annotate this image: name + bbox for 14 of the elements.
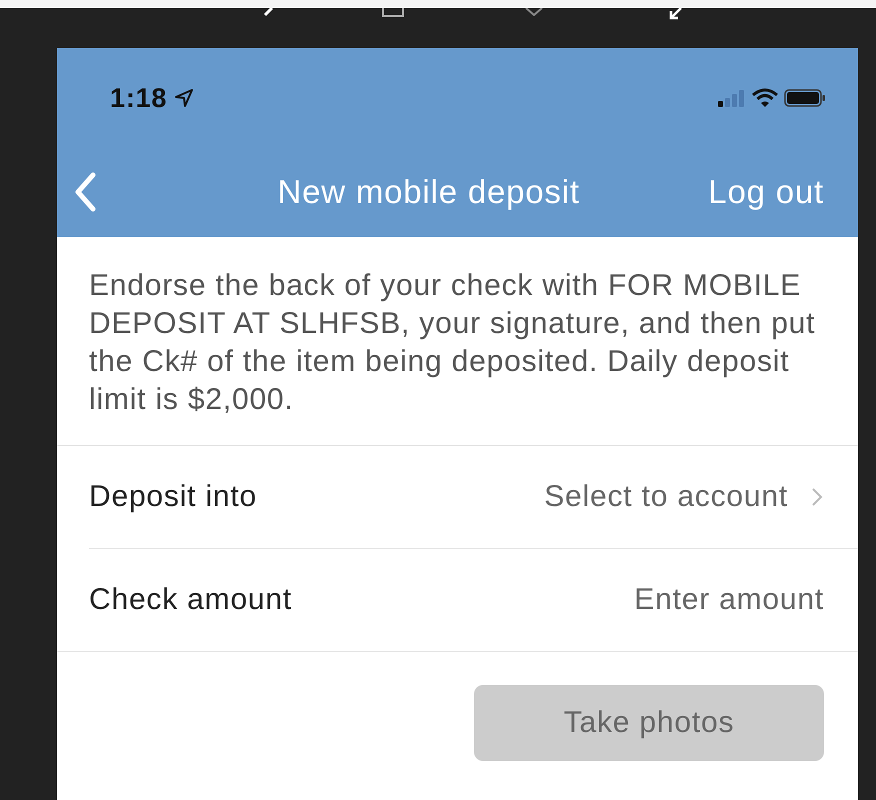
- account-select[interactable]: Select to account: [544, 480, 824, 514]
- nav-title: New mobile deposit: [276, 173, 581, 211]
- row-label: Deposit into: [89, 480, 258, 514]
- row-label: Check amount: [89, 583, 294, 617]
- logout-button[interactable]: Log out: [708, 173, 824, 211]
- location-arrow-icon: [175, 89, 194, 107]
- status-time: 1:18: [110, 82, 168, 114]
- chevron-right-icon: [810, 486, 824, 508]
- wifi-icon: [752, 88, 778, 108]
- signal-icon: [718, 89, 746, 107]
- instructions-text: Endorse the back of your check with FOR MOBILE DEPOSIT AT SLHFSB, your signature, and then put the Ck# of the item being deposited. Daily deposit limit is $2,000.: [57, 237, 858, 446]
- battery-icon: [784, 88, 826, 108]
- back-chevron-icon: [73, 172, 97, 212]
- arrow-icon: [669, 8, 683, 20]
